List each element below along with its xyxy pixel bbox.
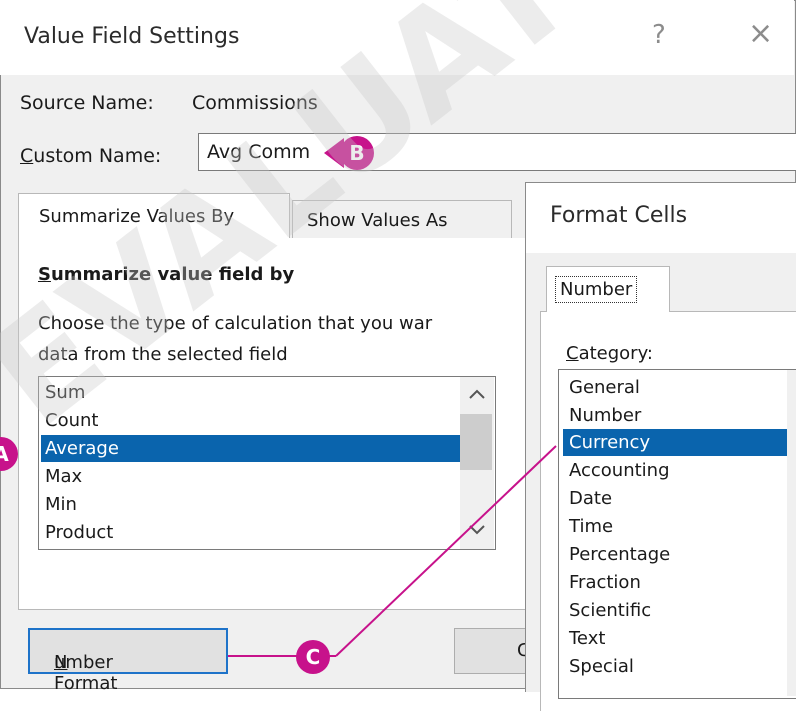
- calculation-listbox[interactable]: Sum Count Average Max Min Product: [38, 376, 496, 550]
- scroll-down-icon[interactable]: [468, 524, 486, 536]
- category-scrollbar[interactable]: [787, 370, 796, 696]
- list-item[interactable]: Date: [563, 485, 795, 512]
- number-format-button[interactable]: Number Format: [28, 628, 228, 694]
- list-item[interactable]: General: [563, 374, 795, 401]
- list-item-selected[interactable]: Average: [41, 435, 461, 462]
- custom-name-field[interactable]: Avg Comm: [198, 133, 796, 171]
- callout-b-badge: B: [340, 136, 374, 170]
- list-item[interactable]: Sum: [41, 379, 461, 406]
- list-item[interactable]: Number: [563, 402, 795, 429]
- category-listbox[interactable]: General Number Currency Accounting Date …: [558, 369, 796, 699]
- list-item[interactable]: Scientific: [563, 597, 795, 624]
- source-name-value: Commissions: [192, 92, 318, 114]
- list-item[interactable]: Special: [563, 653, 795, 680]
- tab-summarize-label: Summarize Values By: [39, 206, 235, 227]
- scrollbar-thumb[interactable]: [460, 414, 492, 470]
- help-icon[interactable]: ?: [652, 20, 666, 50]
- summarize-heading: Summarize value field by: [38, 264, 295, 285]
- list-item[interactable]: Time: [563, 513, 795, 540]
- tab-number-label: Number: [555, 276, 638, 303]
- summarize-desc-line1: Choose the type of calculation that you …: [38, 313, 433, 334]
- list-item[interactable]: Accounting: [563, 457, 795, 484]
- tab-show-values-label: Show Values As: [307, 210, 448, 231]
- scroll-up-icon[interactable]: [468, 388, 486, 400]
- list-item[interactable]: Min: [41, 491, 461, 518]
- custom-name-label: Custom Name:: [20, 145, 162, 167]
- source-name-label: Source Name:: [20, 92, 154, 114]
- custom-name-value: Avg Comm: [207, 141, 311, 163]
- dialog-title: Value Field Settings: [24, 24, 240, 49]
- list-item[interactable]: Product: [41, 519, 461, 546]
- tab-show-values-as[interactable]: Show Values As: [292, 200, 512, 238]
- category-label: Category:: [566, 343, 653, 364]
- callout-c-badge: C: [296, 640, 330, 674]
- list-item[interactable]: Max: [41, 463, 461, 490]
- summarize-desc-line2: data from the selected field: [38, 344, 288, 365]
- list-item[interactable]: Text: [563, 625, 795, 652]
- list-item[interactable]: Percentage: [563, 541, 795, 568]
- tab-summarize-values-by[interactable]: Summarize Values By: [18, 193, 290, 239]
- format-cells-title: Format Cells: [550, 203, 688, 228]
- tab-number[interactable]: Number: [546, 266, 670, 312]
- list-item[interactable]: Fraction: [563, 569, 795, 596]
- list-item[interactable]: Count: [41, 407, 461, 434]
- close-icon[interactable]: ×: [748, 16, 773, 51]
- list-item-selected[interactable]: Currency: [563, 429, 795, 456]
